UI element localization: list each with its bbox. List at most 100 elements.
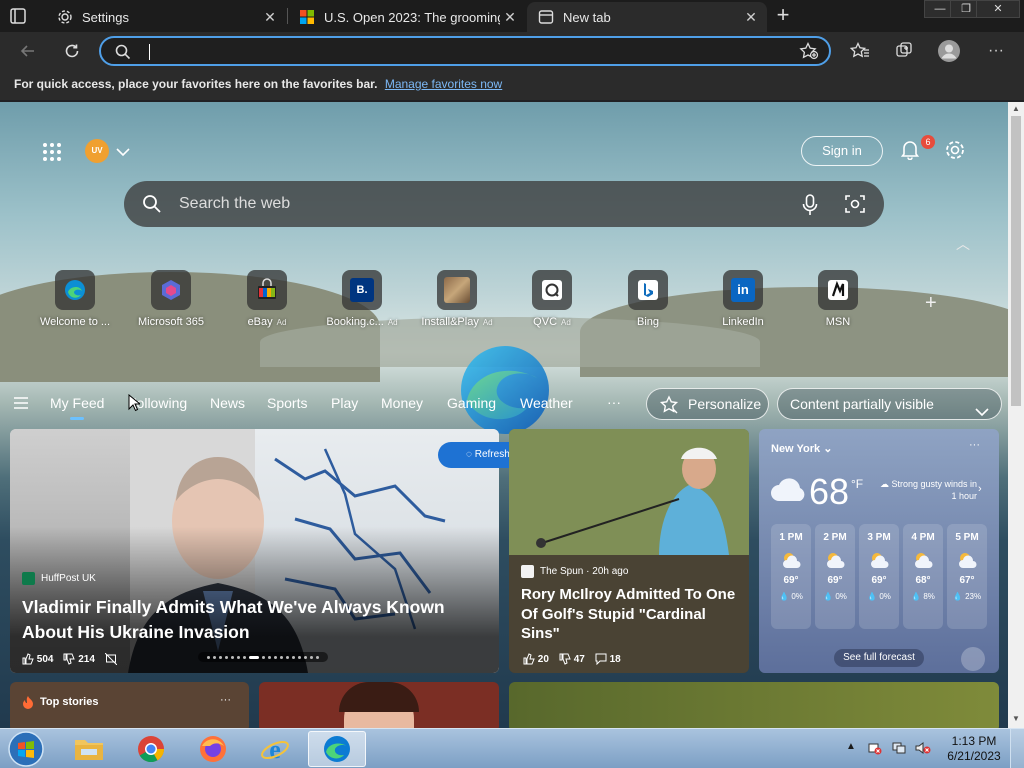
- story-headline[interactable]: Vladimir Finally Admits What We've Alway…: [22, 595, 482, 645]
- address-input[interactable]: [147, 41, 747, 61]
- collections-button[interactable]: [892, 39, 916, 63]
- more-tabs-button[interactable]: ···: [607, 394, 621, 410]
- tab-gaming[interactable]: Gaming: [447, 395, 496, 411]
- weather-location[interactable]: New York ⌄: [771, 442, 832, 455]
- msn-icon: [818, 270, 858, 310]
- close-tab-icon[interactable]: ✕: [741, 9, 761, 26]
- top-stories-more-button[interactable]: ···: [220, 694, 231, 706]
- tab-actions-icon[interactable]: [8, 6, 28, 26]
- partly-sunny-icon: [783, 553, 801, 568]
- taskbar-chrome[interactable]: [122, 731, 180, 767]
- visual-search-icon[interactable]: [845, 194, 865, 219]
- raindrop-icon: 💧: [823, 592, 834, 601]
- back-button[interactable]: [16, 39, 40, 63]
- the-spun-icon: [521, 565, 534, 578]
- quick-link-ebay[interactable]: eBay Ad: [222, 270, 312, 328]
- page-settings-icon[interactable]: [944, 139, 966, 166]
- volume-muted-icon[interactable]: [915, 741, 931, 758]
- tab-us-open[interactable]: U.S. Open 2023: The grooming r ✕: [288, 2, 526, 32]
- top-story-card[interactable]: HuffPost UK Vladimir Finally Admits What…: [10, 429, 499, 673]
- current-temperature: 68: [809, 471, 850, 512]
- sign-in-button[interactable]: Sign in: [801, 136, 883, 166]
- ebay-icon: [247, 270, 287, 310]
- quick-link-linkedin[interactable]: in LinkedIn: [698, 270, 788, 328]
- quick-link-welcome[interactable]: Welcome to ...: [30, 270, 120, 328]
- weather-alert[interactable]: ☁ Strong gusty winds in 1 hour: [877, 478, 977, 502]
- forecast-hour: 2 PM: [823, 532, 847, 543]
- show-hidden-icons-button[interactable]: ▲: [846, 741, 856, 752]
- see-full-forecast-button[interactable]: See full forecast: [834, 649, 924, 667]
- quick-link-booking[interactable]: B. Booking.c... Ad: [317, 270, 407, 328]
- story-card[interactable]: [509, 682, 999, 728]
- tab-money[interactable]: Money: [381, 395, 423, 411]
- show-desktop-button[interactable]: [1010, 729, 1024, 768]
- quick-link-install-play[interactable]: Install&Play Ad: [412, 270, 502, 328]
- page-scrollbar[interactable]: ▲ ▼: [1008, 102, 1024, 728]
- taskbar-firefox[interactable]: [184, 731, 242, 767]
- weather-more-button[interactable]: ···: [969, 439, 980, 451]
- tab-weather[interactable]: Weather: [520, 395, 573, 411]
- apps-launcher-icon[interactable]: [42, 142, 62, 162]
- like-button[interactable]: 504: [22, 653, 53, 665]
- hide-story-button[interactable]: [104, 653, 117, 665]
- close-window-button[interactable]: ✕: [976, 0, 1020, 18]
- tab-sports[interactable]: Sports: [267, 395, 307, 411]
- top-stories-card[interactable]: Top stories ···: [10, 682, 249, 728]
- cloudy-icon: [771, 478, 805, 501]
- quick-link-microsoft365[interactable]: Microsoft 365: [126, 270, 216, 328]
- thumbs-up-icon: [22, 653, 34, 665]
- microphone-icon[interactable]: [802, 194, 818, 221]
- story-card[interactable]: [259, 682, 499, 728]
- hide-icon: [104, 653, 117, 665]
- profile-button[interactable]: [937, 39, 961, 63]
- action-center-icon[interactable]: [868, 741, 882, 758]
- quick-link-bing[interactable]: Bing: [603, 270, 693, 328]
- network-icon[interactable]: [892, 741, 908, 758]
- close-tab-icon[interactable]: ✕: [500, 9, 520, 26]
- scroll-up-arrow-icon[interactable]: ▲: [1012, 104, 1020, 113]
- address-bar[interactable]: [99, 36, 831, 66]
- menu-icon[interactable]: [14, 396, 28, 414]
- quick-link-msn[interactable]: MSN: [793, 270, 883, 328]
- new-tab-button[interactable]: +: [772, 4, 794, 27]
- carousel-indicator[interactable]: [198, 652, 328, 662]
- quick-link-qvc[interactable]: QVC Ad: [507, 270, 597, 328]
- refresh-button[interactable]: [60, 39, 84, 63]
- tab-my-feed[interactable]: My Feed: [50, 395, 104, 420]
- chevron-down-icon[interactable]: [116, 144, 130, 162]
- add-quick-link-button[interactable]: +: [925, 292, 937, 315]
- avatar[interactable]: UV: [85, 139, 109, 163]
- dislike-count: 47: [573, 653, 585, 665]
- start-button[interactable]: [4, 730, 48, 768]
- chevron-up-icon[interactable]: ︿: [956, 234, 970, 254]
- like-button[interactable]: 20: [523, 653, 549, 665]
- dislike-button[interactable]: 47: [559, 653, 585, 665]
- favorites-button[interactable]: [848, 39, 872, 63]
- personalize-button[interactable]: Personalize: [646, 388, 769, 420]
- content-visibility-dropdown[interactable]: Content partially visible: [777, 388, 1002, 420]
- golf-story-card[interactable]: The Spun · 20h ago Rory McIlroy Admitted…: [509, 429, 749, 673]
- tab-settings[interactable]: Settings ✕: [46, 2, 286, 32]
- notification-bell-icon[interactable]: [899, 138, 921, 165]
- tab-news[interactable]: News: [210, 395, 245, 411]
- add-favorite-icon[interactable]: [799, 41, 819, 65]
- taskbar-internet-explorer[interactable]: e: [246, 731, 304, 767]
- tab-play[interactable]: Play: [331, 395, 358, 411]
- settings-more-button[interactable]: ···: [984, 39, 1008, 63]
- newtab-page-icon: [537, 8, 555, 26]
- system-clock[interactable]: 1:13 PM 6/21/2023: [944, 734, 1004, 764]
- chevron-right-icon[interactable]: ›: [978, 483, 982, 495]
- manage-favorites-link[interactable]: Manage favorites now: [385, 77, 502, 91]
- close-tab-icon[interactable]: ✕: [260, 9, 280, 26]
- web-search-box[interactable]: Search the web: [124, 181, 884, 227]
- weather-card[interactable]: New York ⌄ ··· 68 °F ☁ Strong gusty wind…: [759, 429, 999, 673]
- scrollbar-thumb[interactable]: [1011, 116, 1021, 406]
- partly-sunny-icon: [915, 553, 933, 568]
- dislike-button[interactable]: 214: [63, 653, 95, 665]
- tab-new-tab[interactable]: New tab ✕: [527, 2, 767, 32]
- story-headline[interactable]: Rory McIlroy Admitted To One Of Golf's S…: [521, 585, 736, 644]
- taskbar-edge[interactable]: [308, 731, 366, 767]
- taskbar-file-explorer[interactable]: [60, 731, 118, 767]
- comments-button[interactable]: 18: [595, 653, 621, 665]
- scroll-down-arrow-icon[interactable]: ▼: [1012, 714, 1020, 723]
